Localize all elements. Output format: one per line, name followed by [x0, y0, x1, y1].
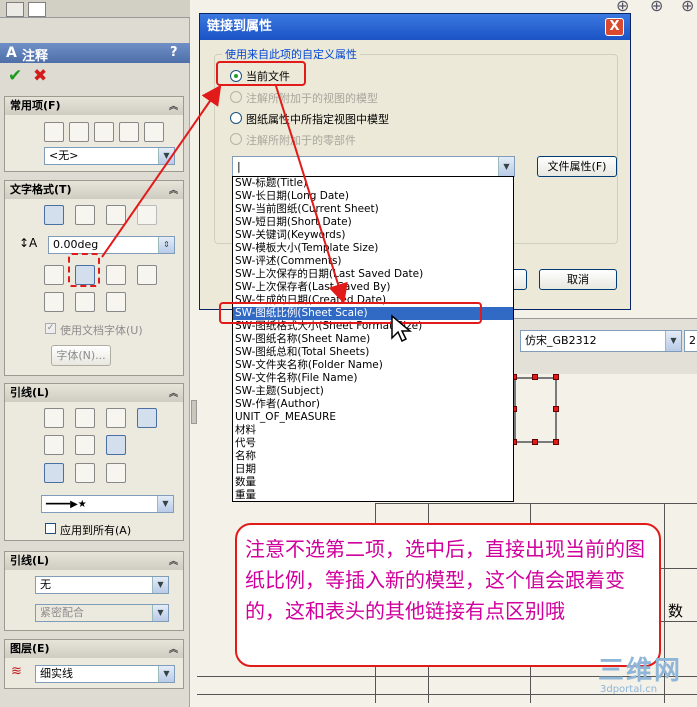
- watermark-url: 3dportal.cn: [600, 684, 658, 695]
- arrow-to-current-file: [101, 84, 222, 258]
- watermark-logo: 三维网: [598, 656, 683, 686]
- arrow-to-sheet-scale: [275, 85, 348, 304]
- explanation-note: 注意不选第二项，选中后，直接出现当前的图纸比例，等插入新的模型，这个值会跟着变的…: [235, 523, 661, 667]
- mouse-cursor-icon: [391, 314, 412, 343]
